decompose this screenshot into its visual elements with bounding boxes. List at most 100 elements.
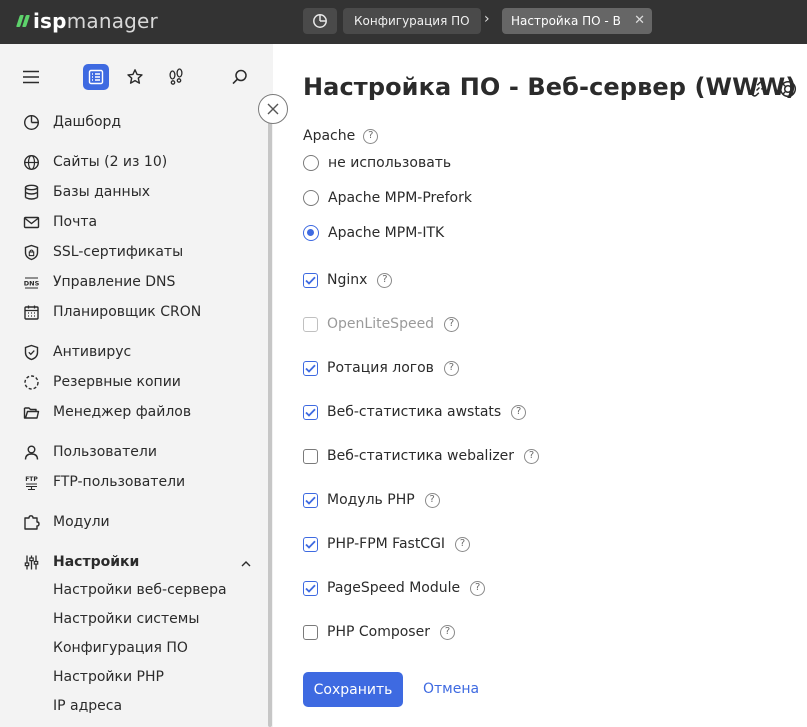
- sidebar-item-label: Резервные копии: [53, 374, 181, 390]
- checkbox[interactable]: [303, 272, 318, 288]
- save-button[interactable]: Сохранить: [303, 672, 403, 707]
- main-content: Настройка ПО - Веб-сервер (WWW) Apache ?…: [273, 44, 807, 727]
- breadcrumb-active-tab[interactable]: Настройка ПО - Веб-сервер (WWW) ✕: [502, 8, 652, 34]
- sidebar-scrollbar[interactable]: [268, 100, 272, 727]
- sidebar-item-label: SSL-сертификаты: [53, 244, 184, 260]
- ispmanager-logo[interactable]: ispmanager: [16, 9, 158, 33]
- star-icon[interactable]: [124, 66, 146, 88]
- calendar-icon: [22, 303, 40, 321]
- sidebar: Дашборд Сайты (2 из 10) Базы данных Почт…: [0, 44, 288, 727]
- cancel-link[interactable]: Отмена: [423, 681, 479, 697]
- backup-icon: [22, 373, 40, 391]
- apache-field-label: Apache ?: [303, 128, 379, 144]
- radio-button[interactable]: [303, 155, 319, 171]
- sidebar-collapse-button[interactable]: [258, 94, 288, 124]
- mail-icon: [22, 213, 40, 231]
- sidebar-toolbar: [0, 44, 273, 108]
- checkbox-row-openlitespeed: OpenLiteSpeed?: [303, 314, 460, 334]
- breadcrumb-item[interactable]: Конфигурация ПО: [343, 8, 481, 34]
- radio-apache-itk[interactable]: Apache MPM-ITK: [303, 223, 444, 243]
- svg-text:DNS: DNS: [23, 279, 39, 287]
- checkbox-label: Веб-статистика awstats: [327, 404, 502, 420]
- help-icon[interactable]: ?: [424, 492, 440, 508]
- sidebar-item-dns[interactable]: DNS Управление DNS: [0, 269, 268, 295]
- checkbox-label: PHP Composer: [327, 624, 430, 640]
- sidebar-item-label: Модули: [53, 514, 110, 530]
- radio-apache-none[interactable]: не использовать: [303, 153, 451, 173]
- radio-button[interactable]: [303, 190, 319, 206]
- sidebar-item-databases[interactable]: Базы данных: [0, 179, 268, 205]
- sidebar-subitem-ip-addresses[interactable]: IP адреса: [53, 698, 122, 720]
- sidebar-item-mail[interactable]: Почта: [0, 209, 268, 235]
- checkbox-row-pagespeed[interactable]: PageSpeed Module?: [303, 578, 486, 598]
- help-icon[interactable]: ?: [363, 128, 379, 144]
- radio-apache-prefork[interactable]: Apache MPM-Prefork: [303, 188, 472, 208]
- checkbox-row-php-module[interactable]: Модуль PHP?: [303, 490, 440, 510]
- sidebar-subitem-software-config[interactable]: Конфигурация ПО: [53, 640, 188, 662]
- help-icon[interactable]: ?: [443, 360, 459, 376]
- sidebar-item-label: Управление DNS: [53, 274, 176, 290]
- close-icon[interactable]: ✕: [634, 8, 645, 34]
- sidebar-subitem-php-settings[interactable]: Настройки PHP: [53, 669, 164, 691]
- checkbox[interactable]: [303, 580, 318, 596]
- sidebar-item-ssl[interactable]: SSL-сертификаты: [0, 239, 268, 265]
- breadcrumb-separator: ›: [484, 11, 490, 27]
- sidebar-item-label: Планировщик CRON: [53, 304, 202, 320]
- top-bar: ispmanager Конфигурация ПО › Настройка П…: [0, 0, 807, 44]
- checkbox[interactable]: [303, 448, 318, 464]
- checkbox[interactable]: [303, 624, 318, 640]
- help-icon[interactable]: ?: [470, 580, 486, 596]
- breadcrumb-dashboard-button[interactable]: [303, 8, 337, 34]
- user-icon: [22, 443, 40, 461]
- dns-icon: DNS: [22, 273, 40, 291]
- sidebar-item-cron[interactable]: Планировщик CRON: [0, 299, 268, 325]
- ftp-icon: FTP: [22, 473, 40, 491]
- link-icon[interactable]: [749, 80, 767, 98]
- dashboard-icon: [22, 113, 40, 131]
- footprints-icon[interactable]: [165, 66, 187, 88]
- menu-icon[interactable]: [20, 66, 42, 88]
- checkbox-label: OpenLiteSpeed: [327, 316, 435, 332]
- chevron-up-icon[interactable]: [240, 556, 252, 572]
- checkbox[interactable]: [303, 492, 318, 508]
- help-icon[interactable]: ?: [511, 404, 527, 420]
- help-icon[interactable]: ?: [524, 448, 540, 464]
- help-lifebuoy-icon[interactable]: [779, 80, 797, 98]
- sidebar-item-modules[interactable]: Модули: [0, 509, 268, 535]
- checkbox[interactable]: [303, 536, 318, 552]
- sidebar-item-settings[interactable]: Настройки: [0, 549, 268, 575]
- sidebar-subitem-system-settings[interactable]: Настройки системы: [53, 611, 199, 633]
- help-icon[interactable]: ?: [455, 536, 471, 552]
- checkbox-label: Модуль PHP: [327, 492, 415, 508]
- lock-icon: [22, 243, 40, 261]
- sidebar-item-antivirus[interactable]: Антивирус: [0, 339, 268, 365]
- sidebar-item-dashboard[interactable]: Дашборд: [0, 109, 268, 135]
- radio-label: не использовать: [328, 155, 452, 171]
- close-icon: [267, 103, 279, 115]
- checkbox-row-nginx[interactable]: Nginx?: [303, 270, 393, 290]
- checkbox[interactable]: [303, 404, 318, 420]
- search-icon[interactable]: [229, 66, 251, 88]
- checkbox-row-webalizer[interactable]: Веб-статистика webalizer?: [303, 446, 540, 466]
- checkbox-label: Ротация логов: [327, 360, 434, 376]
- checkbox[interactable]: [303, 360, 318, 376]
- sidebar-item-users[interactable]: Пользователи: [0, 439, 268, 465]
- sidebar-subitem-webserver-settings[interactable]: Настройки веб-сервера: [53, 582, 227, 604]
- list-icon[interactable]: [83, 64, 109, 90]
- checkbox-row-log-rotation[interactable]: Ротация логов?: [303, 358, 459, 378]
- globe-icon: [22, 153, 40, 171]
- help-icon[interactable]: ?: [444, 316, 460, 332]
- sidebar-item-file-manager[interactable]: Менеджер файлов: [0, 399, 268, 425]
- checkbox-row-php-fpm[interactable]: PHP-FPM FastCGI?: [303, 534, 471, 554]
- sidebar-item-backup[interactable]: Резервные копии: [0, 369, 268, 395]
- checkbox-row-awstats[interactable]: Веб-статистика awstats?: [303, 402, 527, 422]
- checkbox-row-php-composer[interactable]: PHP Composer?: [303, 622, 455, 642]
- page-title: Настройка ПО - Веб-сервер (WWW): [303, 73, 797, 101]
- radio-button[interactable]: [303, 225, 319, 241]
- sidebar-item-ftp-users[interactable]: FTP FTP-пользователи: [0, 469, 268, 495]
- sidebar-item-sites[interactable]: Сайты (2 из 10): [0, 149, 268, 175]
- shield-icon: [22, 343, 40, 361]
- help-icon[interactable]: ?: [377, 272, 393, 288]
- help-icon[interactable]: ?: [439, 624, 455, 640]
- checkbox-label: PageSpeed Module: [327, 580, 461, 596]
